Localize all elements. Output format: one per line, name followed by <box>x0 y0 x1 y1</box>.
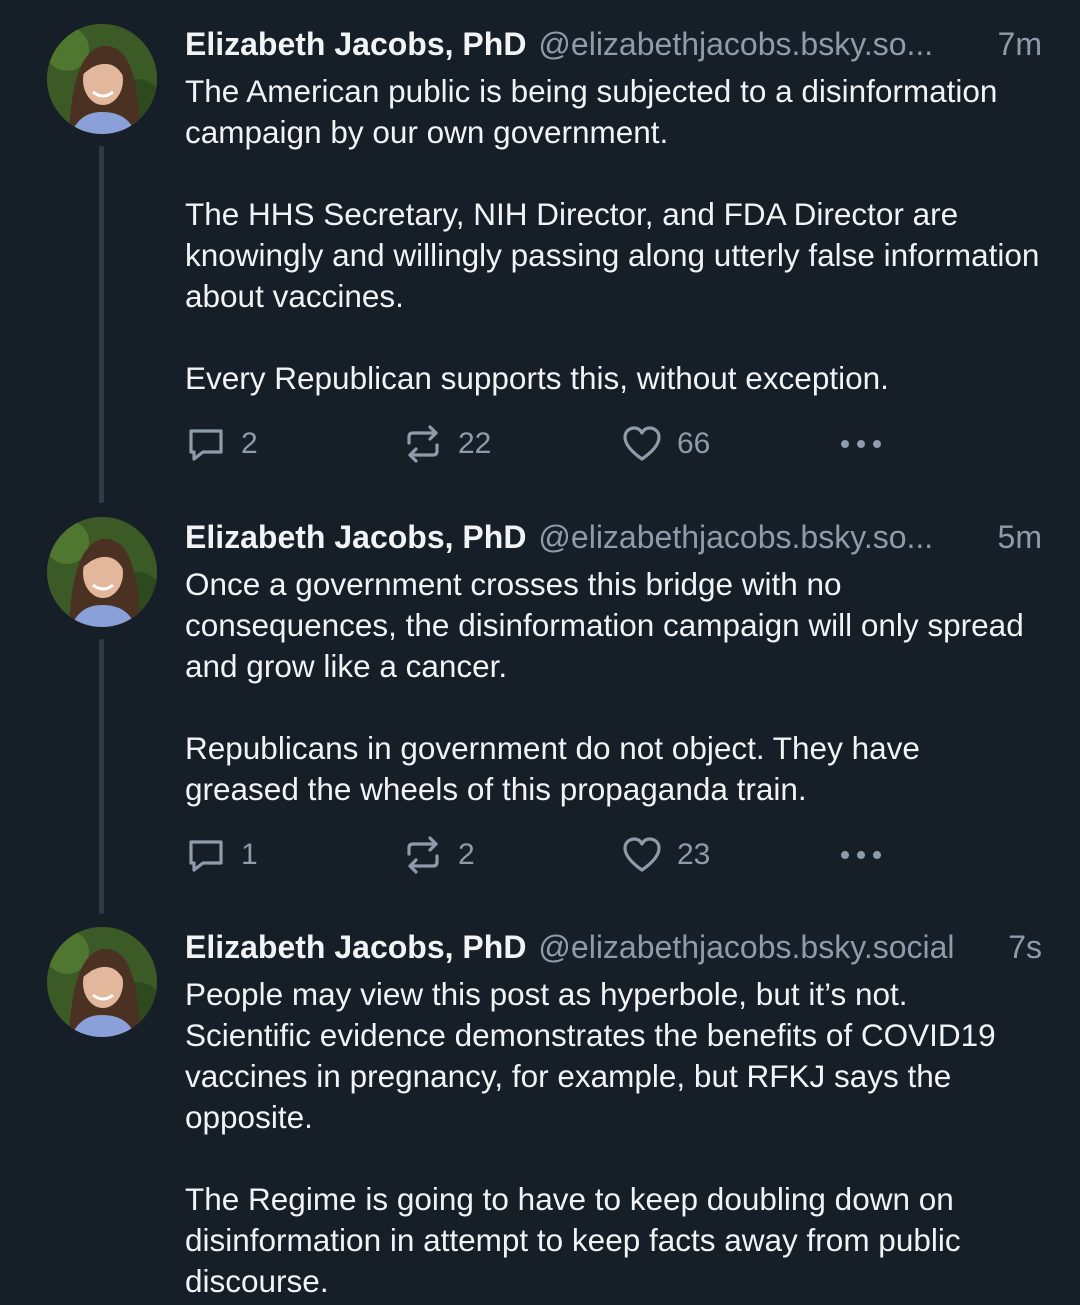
more-options-button[interactable] <box>837 422 885 466</box>
author-name[interactable]: Elizabeth Jacobs, PhD <box>185 24 526 64</box>
post-paragraph: Every Republican supports this, without … <box>185 360 889 396</box>
thread-connector-line <box>99 639 104 914</box>
author-name[interactable]: Elizabeth Jacobs, PhD <box>185 927 526 967</box>
reply-button[interactable]: 2 <box>185 422 258 466</box>
repost-count: 2 <box>458 838 475 871</box>
post-actions: 1 2 23 <box>185 833 1042 877</box>
author-handle[interactable]: @elizabethjacobs.bsky.so... <box>538 517 983 557</box>
post-timestamp[interactable]: 7s <box>1008 927 1042 967</box>
post-text: Once a government crosses this bridge wi… <box>185 564 1042 810</box>
repost-button[interactable]: 2 <box>402 833 475 877</box>
post-paragraph: Republicans in government do not object.… <box>185 730 920 807</box>
post-paragraph: The American public is being subjected t… <box>185 73 998 150</box>
post-text: People may view this post as hyperbole, … <box>185 974 1042 1302</box>
more-options-button[interactable] <box>837 833 885 877</box>
reply-count: 2 <box>241 427 258 460</box>
speech-bubble-icon <box>189 840 223 872</box>
ellipsis-icon <box>841 851 881 859</box>
post-paragraph: The HHS Secretary, NIH Director, and FDA… <box>185 196 1040 314</box>
speech-bubble-icon <box>189 429 223 461</box>
like-button[interactable]: 23 <box>621 833 710 877</box>
repost-count: 22 <box>458 427 492 460</box>
reply-count: 1 <box>241 838 258 871</box>
post-paragraph: People may view this post as hyperbole, … <box>185 976 996 1135</box>
repost-arrows-icon <box>407 836 439 874</box>
author-handle[interactable]: @elizabethjacobs.bsky.social <box>538 927 994 967</box>
avatar[interactable] <box>47 24 157 134</box>
post-actions: 2 22 66 <box>185 422 1042 466</box>
ellipsis-icon <box>841 440 881 448</box>
heart-icon <box>623 837 661 872</box>
post-paragraph: Once a government crosses this bridge wi… <box>185 566 1024 684</box>
repost-arrows-icon <box>407 425 439 463</box>
repost-button[interactable]: 22 <box>402 422 491 466</box>
like-count: 23 <box>677 838 711 871</box>
post-timestamp[interactable]: 5m <box>998 517 1042 557</box>
like-count: 66 <box>677 427 711 460</box>
avatar[interactable] <box>47 517 157 627</box>
heart-icon <box>623 426 661 461</box>
reply-button[interactable]: 1 <box>185 833 258 877</box>
like-button[interactable]: 66 <box>621 422 710 466</box>
post-text: The American public is being subjected t… <box>185 71 1042 399</box>
author-name[interactable]: Elizabeth Jacobs, PhD <box>185 517 526 557</box>
post-paragraph: The Regime is going to have to keep doub… <box>185 1181 961 1299</box>
post-timestamp[interactable]: 7m <box>998 24 1042 64</box>
thread-connector-line <box>99 146 104 503</box>
author-handle[interactable]: @elizabethjacobs.bsky.so... <box>538 24 983 64</box>
avatar[interactable] <box>47 927 157 1037</box>
